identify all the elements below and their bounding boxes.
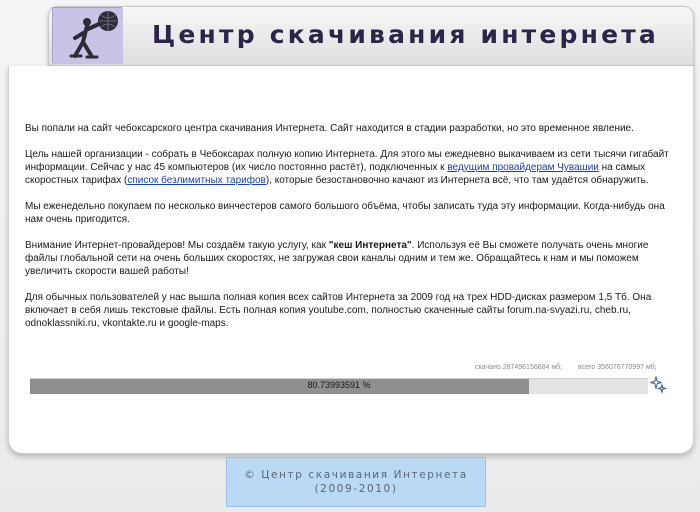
drives-paragraph: Мы еженедельно покупаем по несколько вин… xyxy=(25,201,665,225)
tariffs-link[interactable]: список безлимитных тарифов xyxy=(127,175,266,186)
goal-paragraph: Цель нашей организации - собрать в Чебок… xyxy=(25,148,677,187)
users-paragraph: Для обычных пользователей у нас вышла по… xyxy=(25,292,652,329)
providers-link[interactable]: ведущим провайдерам Чувашии xyxy=(447,162,599,173)
intro-paragraph: Вы попали на сайт чебоксарского центра с… xyxy=(25,123,634,134)
providers-text-a: Внимание Интернет-провайдеров! Мы создаё… xyxy=(25,240,329,251)
main-text: Вы попали на сайт чебоксарского центра с… xyxy=(25,122,677,343)
cache-term: "кеш Интернета" xyxy=(328,240,412,251)
total-stat: всего 356076770997 мб; xyxy=(578,364,657,371)
footer-copyright: © Центр скачивания Интернета xyxy=(244,469,468,481)
goal-text-c: ), которые безостановочно качают из Инте… xyxy=(265,175,649,186)
sparkle-icon xyxy=(650,376,667,394)
footer: © Центр скачивания Интернета (2009-2010) xyxy=(226,457,486,507)
progress-label: 80.73993591 % xyxy=(307,380,371,390)
download-progress-bar: 80.73993591 % xyxy=(30,378,648,394)
site-title: Центр скачивания интернета xyxy=(152,20,660,49)
footer-years: (2009-2010) xyxy=(314,483,398,495)
downloaded-stat: скачано 287496156684 мб; xyxy=(475,364,563,371)
providers-paragraph: Внимание Интернет-провайдеров! Мы создаё… xyxy=(25,239,677,278)
site-logo[interactable] xyxy=(52,7,123,64)
figure-with-globe-icon xyxy=(53,8,123,64)
